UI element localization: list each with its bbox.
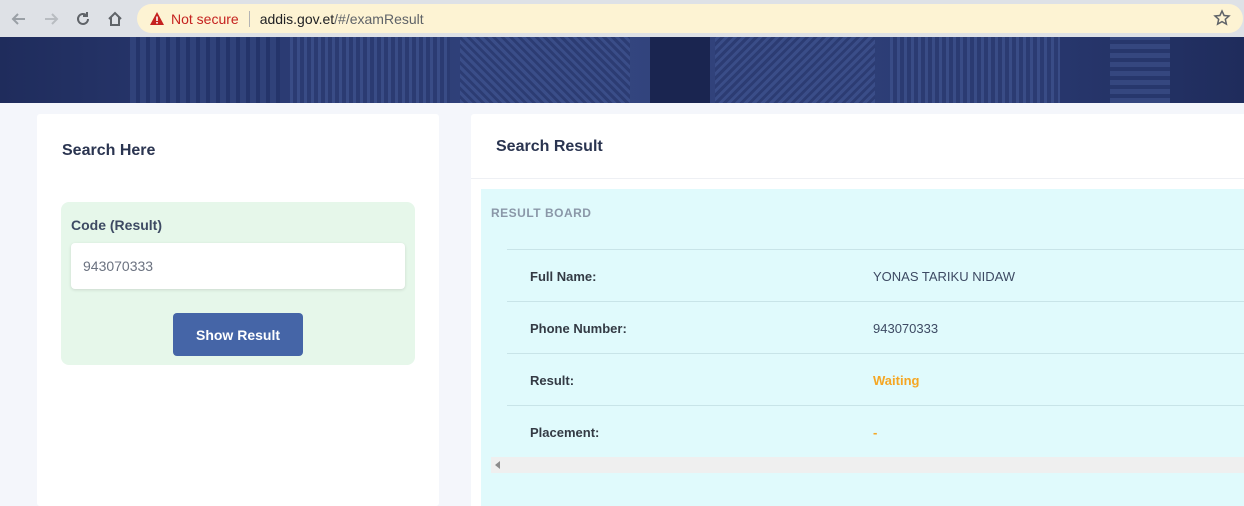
banner-decor	[890, 37, 1060, 103]
result-status: Waiting	[873, 373, 920, 388]
show-result-button[interactable]: Show Result	[173, 313, 303, 356]
table-row: Phone Number: 943070333	[507, 301, 1244, 353]
home-icon	[108, 11, 122, 26]
result-board: RESULT BOARD Full Name: YONAS TARIKU NID…	[481, 189, 1244, 506]
search-card: Search Here Code (Result) 943070333 Show…	[37, 114, 439, 506]
url-host: addis.gov.et	[259, 10, 335, 27]
result-card-header: Search Result	[471, 114, 1244, 179]
url-text: addis.gov.et/#/examResult	[260, 11, 424, 27]
banner-decor	[290, 37, 450, 103]
scroll-left-icon[interactable]	[495, 461, 500, 469]
star-icon[interactable]	[1213, 9, 1231, 27]
table-row: Result: Waiting	[507, 353, 1244, 405]
reload-icon	[77, 11, 89, 25]
code-input[interactable]: 943070333	[71, 243, 405, 289]
security-status[interactable]: Not secure	[171, 11, 239, 27]
row-value: 943070333	[873, 321, 939, 336]
table-row: Full Name: YONAS TARIKU NIDAW	[507, 249, 1244, 301]
warning-icon	[150, 11, 164, 25]
result-board-title: RESULT BOARD	[491, 206, 592, 220]
banner-decor	[460, 37, 630, 103]
banner-decor	[650, 37, 710, 103]
placement-value: -	[873, 425, 878, 440]
result-table: Full Name: YONAS TARIKU NIDAW Phone Numb…	[507, 249, 1244, 457]
url-path: /#/examResult	[334, 10, 424, 27]
back-icon	[11, 12, 25, 25]
banner-decor	[1110, 37, 1170, 103]
result-card: Search Result RESULT BOARD Full Name: YO…	[471, 114, 1244, 506]
result-card-title: Search Result	[496, 138, 603, 155]
forward-button[interactable]	[35, 0, 67, 37]
header-banner	[0, 37, 1244, 103]
row-label: Phone Number:	[530, 321, 627, 336]
code-field-label: Code (Result)	[71, 217, 162, 233]
banner-decor	[130, 37, 280, 103]
search-card-title: Search Here	[62, 142, 156, 159]
address-bar[interactable]: Not secure addis.gov.et/#/examResult	[137, 4, 1243, 33]
row-label: Result:	[530, 373, 575, 388]
home-button[interactable]	[99, 0, 131, 37]
banner-decor	[715, 37, 875, 103]
row-label: Placement:	[530, 425, 600, 440]
horizontal-scrollbar[interactable]	[491, 457, 1244, 473]
search-form: Code (Result) 943070333 Show Result	[61, 202, 415, 365]
row-value: YONAS TARIKU NIDAW	[873, 269, 1016, 284]
table-row: Placement: -	[507, 405, 1244, 457]
row-label: Full Name:	[530, 269, 597, 284]
divider	[248, 10, 250, 27]
back-button[interactable]	[3, 0, 35, 37]
reload-button[interactable]	[67, 0, 99, 37]
forward-icon	[45, 12, 59, 25]
browser-toolbar: Not secure addis.gov.et/#/examResult	[0, 0, 1244, 37]
